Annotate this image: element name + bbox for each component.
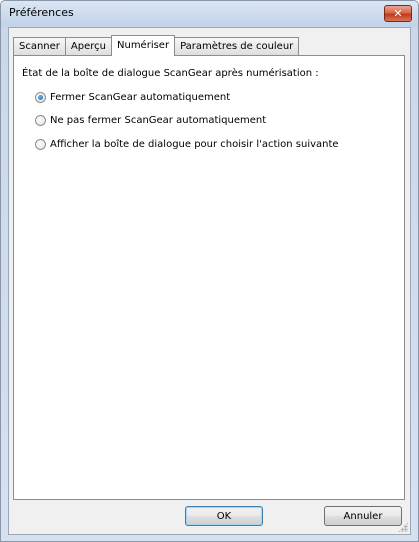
tab-strip: Scanner Aperçu Numériser Paramètres de c…: [13, 35, 300, 56]
radio-unselected-icon[interactable]: [35, 115, 46, 126]
option-label: Ne pas fermer ScanGear automatiquement: [50, 115, 267, 126]
radio-unselected-icon[interactable]: [35, 139, 46, 150]
option-do-not-close[interactable]: Ne pas fermer ScanGear automatiquement: [35, 115, 266, 126]
cancel-button[interactable]: Annuler: [324, 506, 402, 526]
after-scan-heading: État de la boîte de dialogue ScanGear ap…: [22, 68, 319, 79]
close-icon: ✕: [393, 7, 403, 20]
tab-scanner[interactable]: Scanner: [13, 37, 66, 55]
option-label: Afficher la boîte de dialogue pour chois…: [50, 139, 339, 150]
dialog-client-area: Scanner Aperçu Numériser Paramètres de c…: [8, 27, 411, 535]
tab-parametres-de-couleur[interactable]: Paramètres de couleur: [174, 37, 300, 55]
radio-selected-icon[interactable]: [35, 92, 46, 103]
option-close-automatically[interactable]: Fermer ScanGear automatiquement: [35, 92, 230, 103]
preferences-dialog: Préférences ✕ Scanner Aperçu Numériser P…: [0, 0, 419, 542]
tab-panel-numeriser: État de la boîte de dialogue ScanGear ap…: [13, 55, 405, 500]
tab-apercu[interactable]: Aperçu: [64, 37, 112, 55]
option-show-next-action-dialog[interactable]: Afficher la boîte de dialogue pour chois…: [35, 139, 339, 150]
option-label: Fermer ScanGear automatiquement: [50, 92, 231, 103]
window-title: Préférences: [9, 6, 74, 19]
ok-button[interactable]: OK: [185, 506, 263, 526]
title-bar[interactable]: Préférences ✕: [1, 1, 418, 27]
tab-numeriser[interactable]: Numériser: [111, 35, 176, 56]
close-button[interactable]: ✕: [384, 5, 412, 22]
